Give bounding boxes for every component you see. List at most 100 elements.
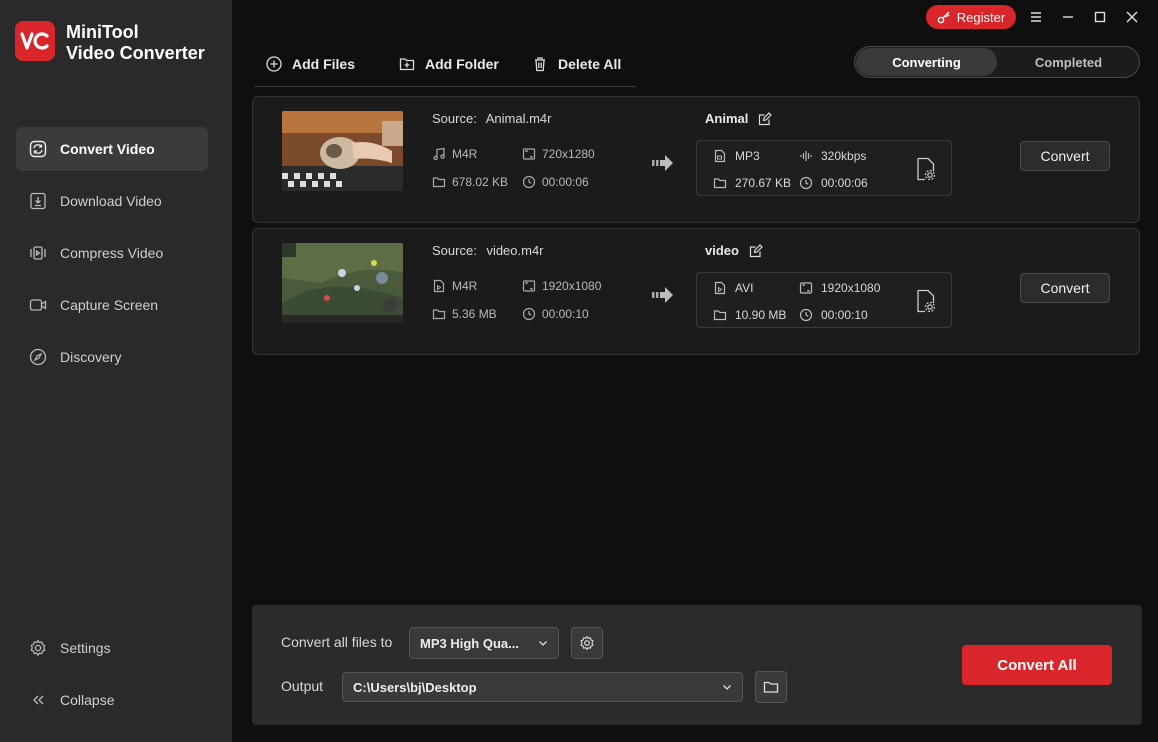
convert-icon [29, 140, 47, 158]
tab-completed[interactable]: Completed [998, 48, 1139, 76]
convert-arrow-icon [652, 155, 673, 171]
target-name: Animal [705, 111, 773, 126]
source-filename: Animal.m4r [485, 111, 552, 126]
tab-converting[interactable]: Converting [856, 48, 997, 76]
source-format: M4R [432, 147, 477, 161]
clock-icon [522, 175, 536, 189]
output-format-value: MP3 High Qua... [420, 635, 519, 651]
gear-icon [29, 639, 47, 657]
sidebar-item-discovery[interactable]: Discovery [16, 335, 208, 379]
video-file-icon [433, 279, 445, 293]
target-settings-box[interactable]: MP3 320kbps 270.67 KB 00:00:06 [696, 140, 952, 196]
video-thumbnail[interactable] [282, 243, 403, 323]
target-format: MP3 [713, 149, 760, 163]
folder-icon [763, 681, 779, 693]
add-folder-icon [399, 58, 415, 71]
sidebar-collapse[interactable]: Collapse [16, 678, 208, 722]
register-button[interactable]: Register [926, 5, 1016, 29]
chevron-down-icon [539, 641, 547, 646]
app-logo [15, 21, 55, 61]
maximize-button[interactable] [1091, 8, 1109, 26]
sidebar-item-convert-video[interactable]: Convert Video [16, 127, 208, 171]
file-settings-icon[interactable] [915, 289, 937, 313]
format-settings-button[interactable] [571, 627, 603, 659]
sidebar-item-label: Compress Video [60, 245, 164, 261]
sidebar-item-label: Convert Video [60, 141, 155, 157]
source-info: Source: Animal.m4r [432, 111, 551, 126]
add-files-label: Add Files [292, 56, 356, 72]
video-thumbnail[interactable] [282, 111, 403, 191]
add-circle-icon [266, 56, 282, 72]
source-duration-value: 00:00:10 [542, 307, 589, 321]
source-format-value: M4R [452, 147, 478, 161]
target-name: video [705, 243, 763, 258]
file-card: Source: Animal.m4r M4R 720x1280 678.02 K… [252, 96, 1140, 223]
convert-all-button[interactable]: Convert All [962, 645, 1112, 685]
source-resolution-value: 720x1280 [542, 147, 595, 161]
register-label: Register [956, 9, 1006, 25]
sidebar-item-settings[interactable]: Settings [16, 626, 208, 670]
convert-button[interactable]: Convert [1020, 273, 1110, 303]
trash-icon [535, 57, 545, 72]
add-folder-button[interactable]: Add Folder [399, 54, 499, 74]
target-settings-box[interactable]: AVI 1920x1080 10.90 MB 00:00:10 [696, 272, 952, 328]
folder-icon [432, 309, 446, 320]
edit-icon[interactable] [749, 243, 763, 258]
target-name-value: video [705, 243, 739, 258]
source-duration: 00:00:06 [522, 175, 589, 189]
delete-all-button[interactable]: Delete All [532, 54, 621, 74]
output-path-select[interactable]: C:\Users\bj\Desktop [342, 672, 743, 702]
download-icon [29, 192, 47, 210]
menu-button[interactable] [1027, 8, 1045, 26]
close-button[interactable] [1123, 8, 1141, 26]
source-duration: 00:00:10 [522, 307, 589, 321]
audio-bitrate-icon [800, 151, 812, 161]
target-size-value: 10.90 MB [735, 308, 787, 322]
app-title: MiniTool Video Converter [66, 22, 205, 64]
bottom-panel: Convert all files to MP3 High Qua... Out… [252, 605, 1142, 725]
sidebar-item-download-video[interactable]: Download Video [16, 179, 208, 223]
output-label: Output [281, 678, 324, 694]
compass-icon [29, 348, 47, 366]
target-duration: 00:00:10 [799, 308, 868, 322]
source-size: 5.36 MB [432, 307, 497, 321]
maximize-icon [1094, 11, 1106, 23]
convert-button[interactable]: Convert [1020, 141, 1110, 171]
target-format-value: AVI [735, 281, 754, 295]
source-filename: video.m4r [486, 243, 544, 258]
sidebar-item-compress-video[interactable]: Compress Video [16, 231, 208, 275]
minimize-icon [1063, 16, 1073, 18]
delete-all-label: Delete All [558, 56, 622, 72]
convert-all-to-label: Convert all files to [281, 634, 393, 650]
edit-icon[interactable] [758, 111, 773, 126]
file-card: Source: video.m4r M4R 1920x1080 5.36 MB … [252, 228, 1140, 355]
file-settings-icon[interactable] [915, 157, 937, 181]
folder-icon [713, 178, 727, 189]
collapse-label: Collapse [60, 692, 115, 708]
minimize-button[interactable] [1059, 8, 1077, 26]
target-duration-value: 00:00:10 [821, 308, 868, 322]
output-format-select[interactable]: MP3 High Qua... [409, 627, 559, 659]
target-quality: 320kbps [799, 149, 866, 163]
source-info: Source: video.m4r [432, 243, 544, 258]
key-icon [937, 11, 950, 24]
app-title-line1: MiniTool [66, 22, 139, 42]
target-format-value: MP3 [735, 149, 760, 163]
video-file-icon [714, 281, 726, 295]
close-icon [1126, 11, 1138, 23]
source-size-value: 5.36 MB [452, 307, 497, 321]
settings-label: Settings [60, 640, 111, 656]
resolution-icon [522, 280, 536, 292]
target-duration: 00:00:06 [799, 176, 868, 190]
browse-folder-button[interactable] [755, 671, 787, 703]
convert-arrow-icon [652, 287, 673, 303]
sidebar-item-capture-screen[interactable]: Capture Screen [16, 283, 208, 327]
add-folder-label: Add Folder [425, 56, 499, 72]
add-files-button[interactable]: Add Files [266, 54, 355, 74]
source-resolution: 1920x1080 [522, 279, 601, 293]
clock-icon [799, 176, 813, 190]
target-quality-value: 1920x1080 [821, 281, 881, 295]
toolbar-divider [254, 86, 636, 87]
target-size: 10.90 MB [713, 308, 786, 322]
file-format-icon [714, 149, 726, 163]
